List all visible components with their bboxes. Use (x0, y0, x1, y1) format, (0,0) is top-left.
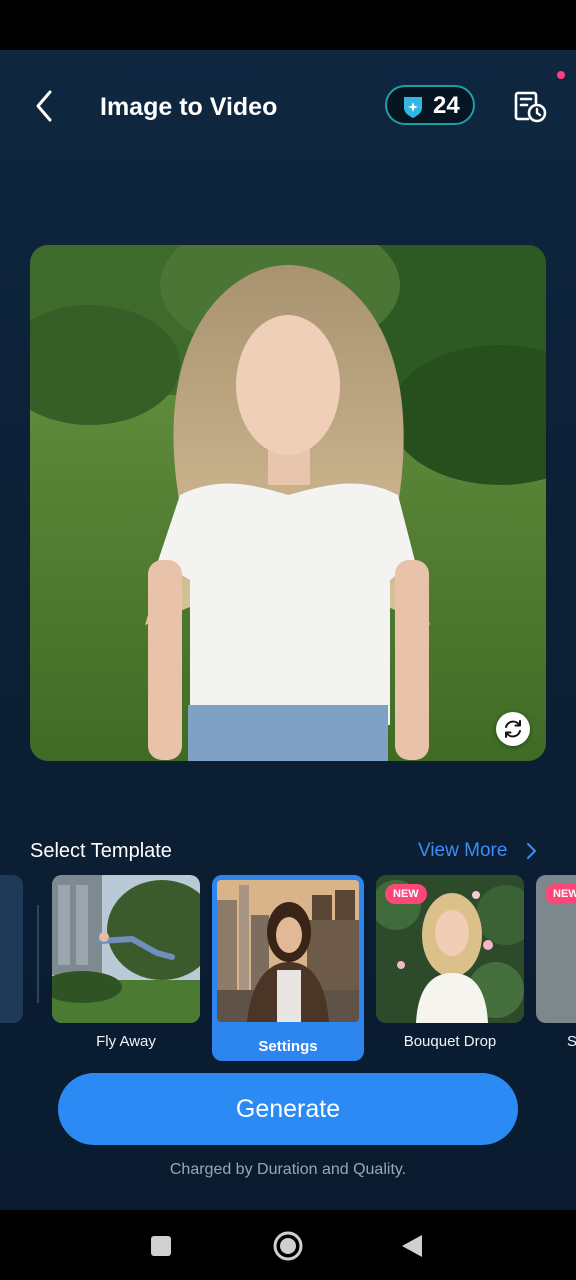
system-nav-bar (0, 1210, 576, 1280)
gem-icon (404, 97, 422, 118)
template-carousel[interactable]: Fly Away Settings NEW Bouquet Drop NEW S (0, 870, 576, 1070)
view-more-link[interactable]: View More (418, 838, 507, 864)
generate-button[interactable]: Generate (58, 1073, 518, 1145)
status-bar (0, 0, 576, 50)
source-photo[interactable] (30, 245, 546, 761)
recents-icon[interactable] (150, 1235, 172, 1257)
history-button[interactable] (512, 88, 548, 124)
history-icon (514, 91, 547, 123)
pricing-hint: Charged by Duration and Quality. (169, 1161, 407, 1178)
replace-image-button[interactable] (496, 712, 530, 746)
refresh-icon (505, 720, 521, 738)
new-badge: NEW (545, 884, 576, 904)
template-label: Bouquet Drop (403, 1033, 497, 1050)
portrait-image (30, 245, 546, 761)
template-thumbnail (217, 880, 359, 1022)
chevron-right-icon[interactable] (524, 841, 538, 861)
template-label: Fly Away (96, 1033, 156, 1050)
template-card-previous[interactable] (0, 875, 23, 1023)
select-template-heading: Select Template (30, 840, 172, 862)
home-icon[interactable] (272, 1230, 304, 1262)
header: Image to Video 24 (0, 50, 576, 162)
new-badge: NEW (385, 884, 427, 904)
chevron-left-icon (36, 90, 52, 122)
back-button[interactable] (28, 86, 64, 126)
template-label: Settings (258, 1038, 318, 1055)
template-thumbnail (52, 875, 200, 1023)
template-label: S (567, 1033, 576, 1050)
credits-count: 24 (433, 92, 460, 119)
carousel-divider (37, 905, 39, 1003)
credits-badge[interactable]: 24 (385, 85, 475, 125)
page-title: Image to Video (100, 93, 278, 121)
back-nav-icon[interactable] (400, 1233, 424, 1259)
notification-dot (557, 71, 565, 79)
